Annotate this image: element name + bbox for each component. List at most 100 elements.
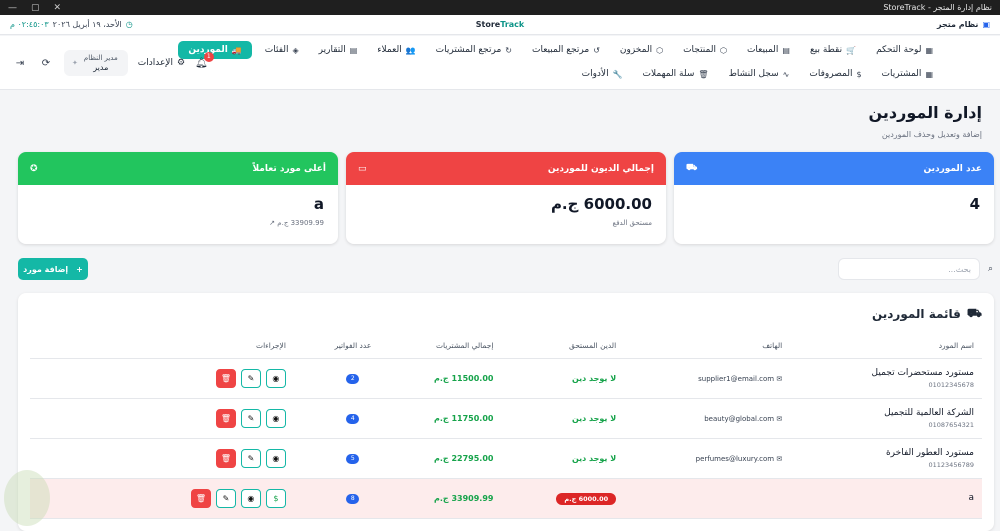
nav-item-row1-4[interactable]: ⬡ المخزون <box>613 42 670 58</box>
invoice-count-badge: 4 <box>346 413 360 424</box>
email-text: beauty@global.com <box>704 414 775 423</box>
logo-prefix: Store <box>475 20 501 29</box>
user-name: مدير <box>93 63 109 72</box>
user-box[interactable]: ✦ مدير النظام مدير <box>64 50 128 76</box>
maximize-icon[interactable]: ▢ <box>31 3 40 13</box>
logo-suffix: Track <box>500 20 525 29</box>
cell-name: a <box>790 478 982 519</box>
suppliers-table-card: ⛟ قائمة الموردين اسم المورد الهاتف الدين ا… <box>18 293 994 531</box>
notifications-button[interactable]: 🔔︎ 1 <box>195 51 214 69</box>
nav-label: العملاء <box>377 45 402 55</box>
card-body: a 33909.99 ج.م ↗ <box>18 185 338 237</box>
cell-total: 33909.99 ج.م <box>379 478 502 519</box>
search-box[interactable]: ⌕ بحث... <box>838 258 993 280</box>
search-input[interactable]: بحث... <box>948 265 971 274</box>
nav-icon: 🔧 <box>612 69 623 79</box>
mail-icon: ✉ <box>774 454 783 463</box>
supplier-name: الشركة العالمية للتجميل <box>884 407 974 418</box>
delete-button[interactable]: 🗑 <box>215 408 236 428</box>
add-label: إضافة مورد <box>23 264 69 274</box>
trash-icon: 🗑 <box>195 493 206 503</box>
nav-item-row2-1[interactable]: $ المصروفات <box>802 66 868 82</box>
plus-icon: + <box>76 264 83 274</box>
clock-icon: ◷ <box>125 20 133 29</box>
view-button[interactable]: ◉ <box>265 408 286 428</box>
mail-icon: ✉ <box>774 374 783 383</box>
nav-item-row1-6[interactable]: ↻ مرتجع المشتريات <box>429 42 519 58</box>
row-actions: 🗑 ✎ ◉ <box>90 408 286 428</box>
cell-name: مستورد مستحضرات تجميل 01012345678 <box>790 358 982 399</box>
top-strip: ▣ نظام متجر StoreTrack ◷ الأحد، ١٩ أبريل… <box>0 15 1000 35</box>
add-supplier-button[interactable]: + إضافة مورد <box>18 258 88 280</box>
settings-button[interactable]: ⚙ الإعدادات <box>138 58 185 68</box>
invoice-count-badge: 5 <box>346 453 360 464</box>
nav-item-row1-8[interactable]: ▤ التقارير <box>312 42 365 58</box>
nav-label: لوحة التحكم <box>876 45 922 55</box>
card-value: 4 <box>969 195 980 213</box>
nav-icon: 🚚 <box>231 45 242 55</box>
nav-item-row2-0[interactable]: ▦ المشتريات <box>875 66 940 82</box>
nav-label: مرتجع المشتريات <box>435 45 502 55</box>
column-header: الدين المستحق <box>501 333 625 359</box>
brand: ▣ نظام متجر <box>937 20 990 29</box>
nav-icon: ▤ <box>782 45 790 55</box>
card-body: 4 <box>674 185 994 223</box>
card-sub: 33909.99 ج.م ↗ <box>32 219 324 227</box>
card-title: إجمالي الديون للموردين <box>547 163 654 174</box>
nav-icon: 🗑 <box>698 69 709 79</box>
supplier-name: a <box>968 493 974 503</box>
suppliers-table: اسم المورد الهاتف الدين المستحق إجمالي المش… <box>30 333 982 519</box>
logout-icon[interactable]: ⇥ <box>12 58 28 69</box>
table-row: مستورد العطور الفاخرة 01123456789 perfumes… <box>30 438 982 479</box>
supplier-phone: 01087654321 <box>928 420 975 429</box>
column-header: الإجراءات <box>30 333 294 359</box>
nav-icon: ⬡ <box>656 45 664 55</box>
edit-button[interactable]: ✎ <box>240 448 261 468</box>
delete-button[interactable]: 🗑 <box>215 368 236 388</box>
card-header: إجمالي الديون للموردين ▭ <box>346 152 666 185</box>
nav-item-row2-3[interactable]: 🗑 سلة المهملات <box>636 66 716 82</box>
nav-item-row2-2[interactable]: ∿ سجل النشاط <box>722 66 797 82</box>
nav-item-row1-0[interactable]: ▦ لوحة التحكم <box>869 42 940 58</box>
edit-icon: ✎ <box>247 413 255 423</box>
close-icon[interactable]: ✕ <box>54 3 62 13</box>
column-header: عدد الفواتير <box>293 333 380 359</box>
column-header: اسم المورد <box>790 333 982 359</box>
cell-phone <box>624 478 791 519</box>
view-button[interactable]: ◉ <box>265 448 286 468</box>
nav-item-row1-3[interactable]: ⬡ المنتجات <box>676 42 734 58</box>
nav-row-1: ▦ لوحة التحكم 🛒 نقطة بيع ▤ المبيعات ⬡ المنتجات ⬡… <box>178 41 940 59</box>
nav-item-row1-5[interactable]: ↺ مرتجع المبيعات <box>525 42 607 58</box>
cell-debt: لا يوجد دين <box>501 358 625 399</box>
nav-icon: 👥 <box>405 45 416 55</box>
edit-button[interactable]: ✎ <box>240 368 261 388</box>
edit-button[interactable]: ✎ <box>215 488 236 508</box>
cell-count: 5 <box>293 438 380 479</box>
cell-count: 2 <box>293 358 380 399</box>
nav-item-row1-2[interactable]: ▤ المبيعات <box>740 42 797 58</box>
cell-phone: supplier1@email.com ✉ <box>624 358 791 399</box>
delete-button[interactable]: 🗑 <box>215 448 236 468</box>
table-row: الشركة العالمية للتجميل 01087654321 beauty… <box>30 398 982 439</box>
pay-button[interactable]: $ <box>265 488 286 508</box>
view-button[interactable]: ◉ <box>265 368 286 388</box>
edit-button[interactable]: ✎ <box>240 408 261 428</box>
nav-item-row1-7[interactable]: 👥 العملاء <box>370 42 422 58</box>
refresh-icon[interactable]: ⟳ <box>38 58 54 69</box>
cell-debt: لا يوجد دين <box>501 398 625 439</box>
cell-actions: 🗑 ✎ ◉ <box>30 398 294 439</box>
nav-icon: ↺ <box>593 45 600 55</box>
table-header-row: اسم المورد الهاتف الدين المستحق إجمالي المش… <box>30 333 982 359</box>
logo-watermark <box>4 470 50 526</box>
card-sub-text: 33909.99 ج.م <box>277 219 324 227</box>
delete-button[interactable]: 🗑 <box>190 488 211 508</box>
cell-phone: perfumes@luxury.com ✉ <box>624 438 791 479</box>
app-window: نظام إدارة المتجر - StoreTrack — ▢ ✕ ▣ ن… <box>0 0 1000 531</box>
minimize-icon[interactable]: — <box>8 3 17 13</box>
nav-item-row1-1[interactable]: 🛒 نقطة بيع <box>803 42 863 58</box>
eye-icon: ◉ <box>272 453 280 463</box>
view-button[interactable]: ◉ <box>240 488 261 508</box>
nav-item-row2-4[interactable]: 🔧 الأدوات <box>575 66 630 82</box>
nav-item-row1-9[interactable]: ◈ الفئات <box>258 42 306 58</box>
cell-debt: 6000.00 ج.م <box>501 478 625 519</box>
